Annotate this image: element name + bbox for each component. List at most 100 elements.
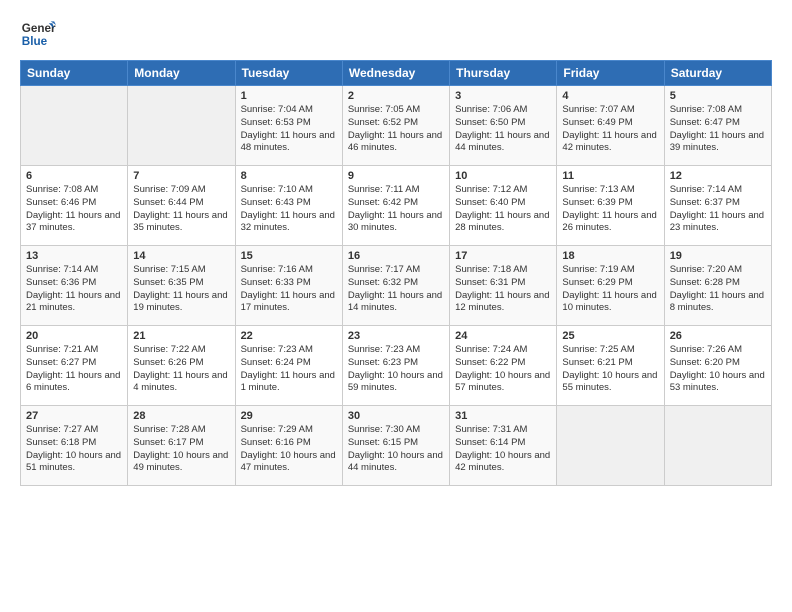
day-info: Sunrise: 7:12 AM Sunset: 6:40 PM Dayligh… — [455, 184, 551, 235]
weekday-header-thursday: Thursday — [450, 61, 557, 86]
day-info: Sunrise: 7:19 AM Sunset: 6:29 PM Dayligh… — [562, 264, 658, 315]
day-info: Sunrise: 7:30 AM Sunset: 6:15 PM Dayligh… — [348, 424, 444, 475]
calendar-cell: 9 Sunrise: 7:11 AM Sunset: 6:42 PM Daylig… — [342, 166, 449, 246]
calendar-cell: 13 Sunrise: 7:14 AM Sunset: 6:36 PM Dayli… — [21, 246, 128, 326]
day-number: 17 — [455, 250, 551, 262]
calendar-cell: 1 Sunrise: 7:04 AM Sunset: 6:53 PM Daylig… — [235, 86, 342, 166]
day-info: Sunrise: 7:08 AM Sunset: 6:46 PM Dayligh… — [26, 184, 122, 235]
calendar-cell: 19 Sunrise: 7:20 AM Sunset: 6:28 PM Dayli… — [664, 246, 771, 326]
day-number: 30 — [348, 410, 444, 422]
day-number: 15 — [241, 250, 337, 262]
day-number: 6 — [26, 170, 122, 182]
day-info: Sunrise: 7:15 AM Sunset: 6:35 PM Dayligh… — [133, 264, 229, 315]
day-number: 24 — [455, 330, 551, 342]
day-info: Sunrise: 7:21 AM Sunset: 6:27 PM Dayligh… — [26, 344, 122, 395]
day-number: 26 — [670, 330, 766, 342]
calendar-cell: 3 Sunrise: 7:06 AM Sunset: 6:50 PM Daylig… — [450, 86, 557, 166]
calendar-cell: 4Sunrise: 7:07 AM Sunset: 6:49 PM Daylig… — [557, 86, 664, 166]
day-number: 7 — [133, 170, 229, 182]
svg-text:Blue: Blue — [22, 35, 48, 48]
calendar-cell: 31 Sunrise: 7:31 AM Sunset: 6:14 PM Dayli… — [450, 406, 557, 486]
calendar-cell: 17 Sunrise: 7:18 AM Sunset: 6:31 PM Dayli… — [450, 246, 557, 326]
day-number: 27 — [26, 410, 122, 422]
calendar-cell: 24 Sunrise: 7:24 AM Sunset: 6:22 PM Dayli… — [450, 326, 557, 406]
day-number: 1 — [241, 90, 337, 102]
day-info: Sunrise: 7:20 AM Sunset: 6:28 PM Dayligh… — [670, 264, 766, 315]
calendar-cell: 16Sunrise: 7:17 AM Sunset: 6:32 PM Dayli… — [342, 246, 449, 326]
day-number: 16 — [348, 250, 444, 262]
calendar-cell: 23 Sunrise: 7:23 AM Sunset: 6:23 PM Dayli… — [342, 326, 449, 406]
day-info: Sunrise: 7:25 AM Sunset: 6:21 PM Dayligh… — [562, 344, 658, 395]
weekday-header-friday: Friday — [557, 61, 664, 86]
calendar-cell: 18 Sunrise: 7:19 AM Sunset: 6:29 PM Dayli… — [557, 246, 664, 326]
calendar-cell: 27 Sunrise: 7:27 AM Sunset: 6:18 PM Dayli… — [21, 406, 128, 486]
day-info: Sunrise: 7:05 AM Sunset: 6:52 PM Dayligh… — [348, 104, 444, 155]
calendar-cell — [128, 86, 235, 166]
calendar-cell: 12 Sunrise: 7:14 AM Sunset: 6:37 PM Dayli… — [664, 166, 771, 246]
day-info: Sunrise: 7:13 AM Sunset: 6:39 PM Dayligh… — [562, 184, 658, 235]
weekday-header-saturday: Saturday — [664, 61, 771, 86]
page-header: General Blue — [20, 16, 772, 52]
day-info: Sunrise: 7:27 AM Sunset: 6:18 PM Dayligh… — [26, 424, 122, 475]
day-info: Sunrise: 7:06 AM Sunset: 6:50 PM Dayligh… — [455, 104, 551, 155]
calendar-cell: 6 Sunrise: 7:08 AM Sunset: 6:46 PM Daylig… — [21, 166, 128, 246]
day-number: 28 — [133, 410, 229, 422]
day-info: Sunrise: 7:26 AM Sunset: 6:20 PM Dayligh… — [670, 344, 766, 395]
weekday-header-sunday: Sunday — [21, 61, 128, 86]
calendar-cell: 29 Sunrise: 7:29 AM Sunset: 6:16 PM Dayli… — [235, 406, 342, 486]
day-info: Sunrise: 7:24 AM Sunset: 6:22 PM Dayligh… — [455, 344, 551, 395]
day-number: 13 — [26, 250, 122, 262]
day-info: Sunrise: 7:14 AM Sunset: 6:36 PM Dayligh… — [26, 264, 122, 315]
logo: General Blue — [20, 16, 56, 52]
day-info: Sunrise: 7:29 AM Sunset: 6:16 PM Dayligh… — [241, 424, 337, 475]
calendar-week-row: 13 Sunrise: 7:14 AM Sunset: 6:36 PM Dayli… — [21, 246, 772, 326]
calendar-cell: 14 Sunrise: 7:15 AM Sunset: 6:35 PM Dayli… — [128, 246, 235, 326]
day-info: Sunrise: 7:04 AM Sunset: 6:53 PM Dayligh… — [241, 104, 337, 155]
calendar-week-row: 1 Sunrise: 7:04 AM Sunset: 6:53 PM Daylig… — [21, 86, 772, 166]
day-info: Sunrise: 7:22 AM Sunset: 6:26 PM Dayligh… — [133, 344, 229, 395]
calendar-cell — [664, 406, 771, 486]
day-info: Sunrise: 7:18 AM Sunset: 6:31 PM Dayligh… — [455, 264, 551, 315]
day-number: 25 — [562, 330, 658, 342]
day-info: Sunrise: 7:16 AM Sunset: 6:33 PM Dayligh… — [241, 264, 337, 315]
calendar-cell — [557, 406, 664, 486]
day-number: 11 — [562, 170, 658, 182]
day-info: Sunrise: 7:08 AM Sunset: 6:47 PM Dayligh… — [670, 104, 766, 155]
day-number: 2 — [348, 90, 444, 102]
weekday-header-wednesday: Wednesday — [342, 61, 449, 86]
calendar-cell: 2 Sunrise: 7:05 AM Sunset: 6:52 PM Daylig… — [342, 86, 449, 166]
day-info: Sunrise: 7:11 AM Sunset: 6:42 PM Dayligh… — [348, 184, 444, 235]
day-info: Sunrise: 7:28 AM Sunset: 6:17 PM Dayligh… — [133, 424, 229, 475]
day-number: 12 — [670, 170, 766, 182]
day-info: Sunrise: 7:09 AM Sunset: 6:44 PM Dayligh… — [133, 184, 229, 235]
calendar-cell: 21Sunrise: 7:22 AM Sunset: 6:26 PM Dayli… — [128, 326, 235, 406]
calendar-cell: 7 Sunrise: 7:09 AM Sunset: 6:44 PM Daylig… — [128, 166, 235, 246]
calendar-week-row: 6 Sunrise: 7:08 AM Sunset: 6:46 PM Daylig… — [21, 166, 772, 246]
day-number: 20 — [26, 330, 122, 342]
calendar-cell: 25 Sunrise: 7:25 AM Sunset: 6:21 PM Dayli… — [557, 326, 664, 406]
day-info: Sunrise: 7:23 AM Sunset: 6:23 PM Dayligh… — [348, 344, 444, 395]
day-number: 18 — [562, 250, 658, 262]
day-number: 9 — [348, 170, 444, 182]
day-info: Sunrise: 7:14 AM Sunset: 6:37 PM Dayligh… — [670, 184, 766, 235]
day-number: 4 — [562, 90, 658, 102]
day-number: 29 — [241, 410, 337, 422]
day-number: 14 — [133, 250, 229, 262]
weekday-header-tuesday: Tuesday — [235, 61, 342, 86]
logo-icon: General Blue — [20, 16, 56, 52]
day-number: 22 — [241, 330, 337, 342]
calendar-cell: 8Sunrise: 7:10 AM Sunset: 6:43 PM Daylig… — [235, 166, 342, 246]
calendar-header-row: SundayMondayTuesdayWednesdayThursdayFrid… — [21, 61, 772, 86]
day-number: 3 — [455, 90, 551, 102]
day-number: 19 — [670, 250, 766, 262]
day-number: 23 — [348, 330, 444, 342]
calendar-cell: 22Sunrise: 7:23 AM Sunset: 6:24 PM Dayli… — [235, 326, 342, 406]
calendar-cell: 11 Sunrise: 7:13 AM Sunset: 6:39 PM Dayli… — [557, 166, 664, 246]
day-number: 8 — [241, 170, 337, 182]
calendar-cell: 15 Sunrise: 7:16 AM Sunset: 6:33 PM Dayli… — [235, 246, 342, 326]
day-number: 10 — [455, 170, 551, 182]
calendar-cell: 10 Sunrise: 7:12 AM Sunset: 6:40 PM Dayli… — [450, 166, 557, 246]
calendar-cell: 30 Sunrise: 7:30 AM Sunset: 6:15 PM Dayli… — [342, 406, 449, 486]
day-number: 31 — [455, 410, 551, 422]
day-info: Sunrise: 7:31 AM Sunset: 6:14 PM Dayligh… — [455, 424, 551, 475]
